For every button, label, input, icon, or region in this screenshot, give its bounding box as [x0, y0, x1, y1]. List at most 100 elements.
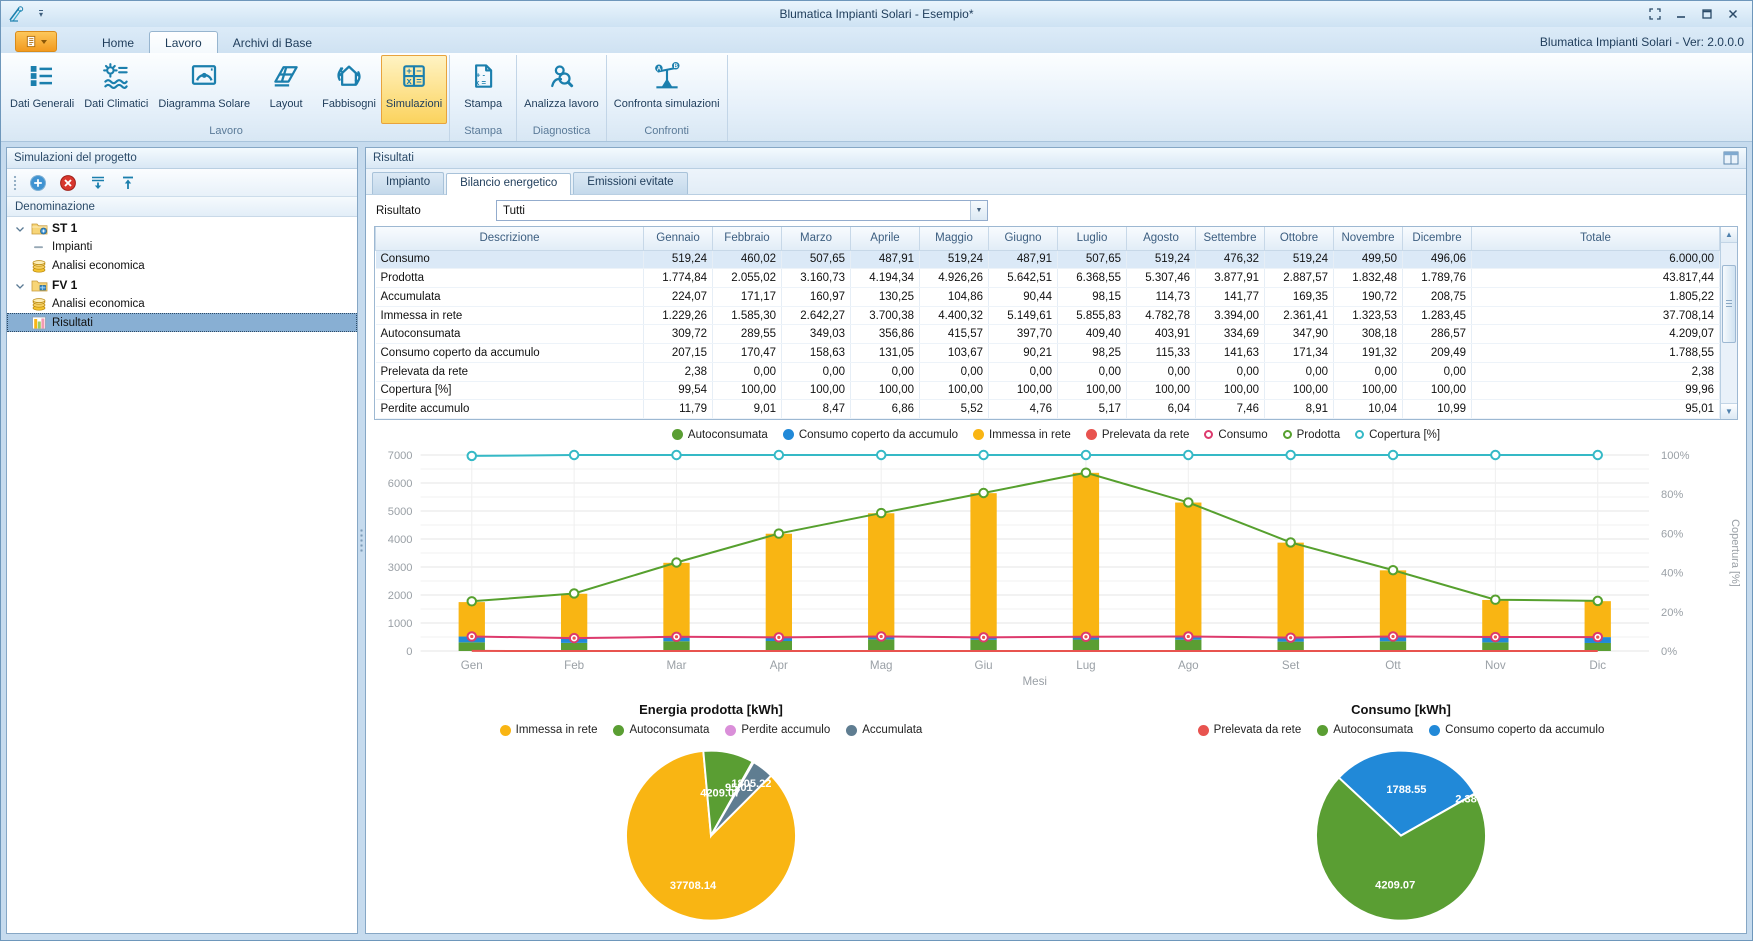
column-header-descrizione[interactable]: Descrizione [376, 227, 644, 250]
table-row-consumo-coperto-da-accumulo[interactable]: Consumo coperto da accumulo207,15170,471… [376, 344, 1720, 363]
dropdown-arrow-icon[interactable]: ▼ [970, 201, 987, 220]
tree-item-st-1[interactable]: ST 1 [7, 218, 357, 237]
legend-item-autoconsumata: Autoconsumata [613, 724, 709, 736]
move-top-button[interactable] [119, 174, 137, 192]
add-simulation-button[interactable] [29, 174, 47, 192]
ribbon-tab-archivi-di-base[interactable]: Archivi di Base [218, 32, 327, 53]
column-header-maggio[interactable]: Maggio [920, 227, 989, 250]
close-button[interactable] [1726, 8, 1740, 20]
tree-column-header[interactable]: Denominazione [7, 197, 357, 217]
maximize-button[interactable] [1700, 8, 1714, 20]
cell-value: 4,76 [989, 400, 1058, 419]
tree-expander-icon[interactable] [13, 278, 27, 292]
column-header-settembre[interactable]: Settembre [1196, 227, 1265, 250]
table-row-autoconsumata[interactable]: Autoconsumata309,72289,55349,03356,86415… [376, 325, 1720, 344]
result-filter-dropdown[interactable]: Tutti ▼ [496, 200, 988, 221]
cell-value: 11,79 [644, 400, 713, 419]
cell-value: 309,72 [644, 325, 713, 344]
tree-item-impianti[interactable]: Impianti [7, 237, 357, 256]
cell-value: 141,63 [1196, 344, 1265, 363]
panel-layout-icon[interactable] [1723, 151, 1739, 165]
ribbon-button-label: Layout [270, 98, 303, 111]
ribbon-tab-lavoro[interactable]: Lavoro [149, 31, 218, 53]
column-header-totale[interactable]: Totale [1472, 227, 1720, 250]
window-title: Blumatica Impianti Solari - Esempio* [1, 7, 1752, 21]
tree-item-label: Analisi economica [52, 298, 145, 310]
fullscreen-button[interactable] [1648, 8, 1662, 20]
column-header-marzo[interactable]: Marzo [782, 227, 851, 250]
minimize-button[interactable] [1674, 8, 1688, 20]
ribbon-button-stampa[interactable]: + -x =Stampa [452, 55, 514, 124]
ribbon-button-fabbisogni[interactable]: Fabbisogni [317, 55, 381, 124]
application-menu-button[interactable] [15, 31, 57, 52]
ribbon-button-analizza-lavoro[interactable]: Analizza lavoro [519, 55, 604, 124]
ribbon-button-layout[interactable]: Layout [255, 55, 317, 124]
scroll-down-icon[interactable]: ▼ [1721, 403, 1737, 419]
scroll-up-icon[interactable]: ▲ [1721, 227, 1737, 243]
ribbon-button-diagramma-solare[interactable]: Diagramma Solare [153, 55, 255, 124]
ribbon-button-confronta-simulazioni[interactable]: ABConfronta simulazioni [609, 55, 725, 124]
svg-text:0%: 0% [1661, 646, 1677, 658]
column-header-aprile[interactable]: Aprile [851, 227, 920, 250]
move-down-button[interactable] [89, 174, 107, 192]
tree-item-analisi-economica[interactable]: Analisi economica [7, 294, 357, 313]
row-label: Prelevata da rete [376, 362, 644, 381]
cell-value: 100,00 [1058, 381, 1127, 400]
panel-splitter[interactable] [358, 147, 365, 934]
cell-value: 415,57 [920, 325, 989, 344]
column-header-dicembre[interactable]: Dicembre [1403, 227, 1472, 250]
column-header-agosto[interactable]: Agosto [1127, 227, 1196, 250]
table-row-accumulata[interactable]: Accumulata224,07171,17160,97130,25104,86… [376, 287, 1720, 306]
cell-value: 4.194,34 [851, 269, 920, 288]
row-total: 95,01 [1472, 400, 1720, 419]
cell-value: 7,46 [1196, 400, 1265, 419]
ribbon-button-dati-climatici[interactable]: Dati Climatici [79, 55, 153, 124]
column-header-gennaio[interactable]: Gennaio [644, 227, 713, 250]
cell-value: 190,72 [1334, 287, 1403, 306]
print-icon: + -x = [468, 61, 498, 95]
ribbon-button-dati-generali[interactable]: Dati Generali [5, 55, 79, 124]
table-row-prelevata-da-rete[interactable]: Prelevata da rete2,380,000,000,000,000,0… [376, 362, 1720, 381]
row-label: Immessa in rete [376, 306, 644, 325]
cell-value: 5.642,51 [989, 269, 1058, 288]
svg-text:Ott: Ott [1385, 660, 1401, 672]
cell-value: 100,00 [851, 381, 920, 400]
toolbar-grip[interactable] [13, 175, 17, 191]
table-row-immessa-in-rete[interactable]: Immessa in rete1.229,261.585,302.642,273… [376, 306, 1720, 325]
svg-text:60%: 60% [1661, 528, 1683, 540]
tree-item-risultati[interactable]: Risultati [7, 313, 357, 332]
table-scrollbar[interactable]: ▲ ▼ [1720, 227, 1737, 419]
ribbon-group-lavoro: Dati GeneraliDati ClimaticiDiagramma Sol… [3, 55, 450, 141]
column-header-novembre[interactable]: Novembre [1334, 227, 1403, 250]
dash-icon [31, 239, 48, 254]
svg-text:4000: 4000 [388, 534, 413, 546]
column-header-ottobre[interactable]: Ottobre [1265, 227, 1334, 250]
tab-emissioni-evitate[interactable]: Emissioni evitate [573, 172, 687, 194]
cell-value: 0,00 [1196, 362, 1265, 381]
delete-simulation-button[interactable] [59, 174, 77, 192]
project-simulations-panel: Simulazioni del progetto Denominazione S… [6, 147, 358, 934]
cell-value: 3.160,73 [782, 269, 851, 288]
column-header-febbraio[interactable]: Febbraio [713, 227, 782, 250]
ribbon-button-simulazioni[interactable]: +−x=Simulazioni [381, 55, 447, 124]
table-row-copertura[interactable]: Copertura [%]99,54100,00100,00100,00100,… [376, 381, 1720, 400]
tree-item-fv-1[interactable]: FV 1 [7, 275, 357, 294]
column-header-luglio[interactable]: Luglio [1058, 227, 1127, 250]
column-header-giugno[interactable]: Giugno [989, 227, 1058, 250]
tab-impianto[interactable]: Impianto [372, 172, 444, 194]
tree-item-analisi-economica[interactable]: Analisi economica [7, 256, 357, 275]
scrollbar-thumb[interactable] [1722, 265, 1736, 343]
row-total: 1.805,22 [1472, 287, 1720, 306]
tab-bilancio-energetico[interactable]: Bilancio energetico [446, 173, 571, 195]
ribbon-button-label: Confronta simulazioni [614, 98, 720, 111]
table-row-perdite-accumulo[interactable]: Perdite accumulo11,799,018,476,865,524,7… [376, 400, 1720, 419]
table-row-prodotta[interactable]: Prodotta1.774,842.055,023.160,734.194,34… [376, 269, 1720, 288]
ribbon-tab-home[interactable]: Home [87, 32, 149, 53]
cell-value: 3.394,00 [1196, 306, 1265, 325]
tree-expander-icon[interactable] [13, 221, 27, 235]
legend-item-prodotta: Prodotta [1283, 429, 1340, 441]
monthly-chart-area: AutoconsumataConsumo coperto da accumulo… [366, 424, 1746, 702]
cell-value: 289,55 [713, 325, 782, 344]
table-row-consumo[interactable]: Consumo519,24460,02507,65487,91519,24487… [376, 250, 1720, 269]
cell-value: 0,00 [920, 362, 989, 381]
